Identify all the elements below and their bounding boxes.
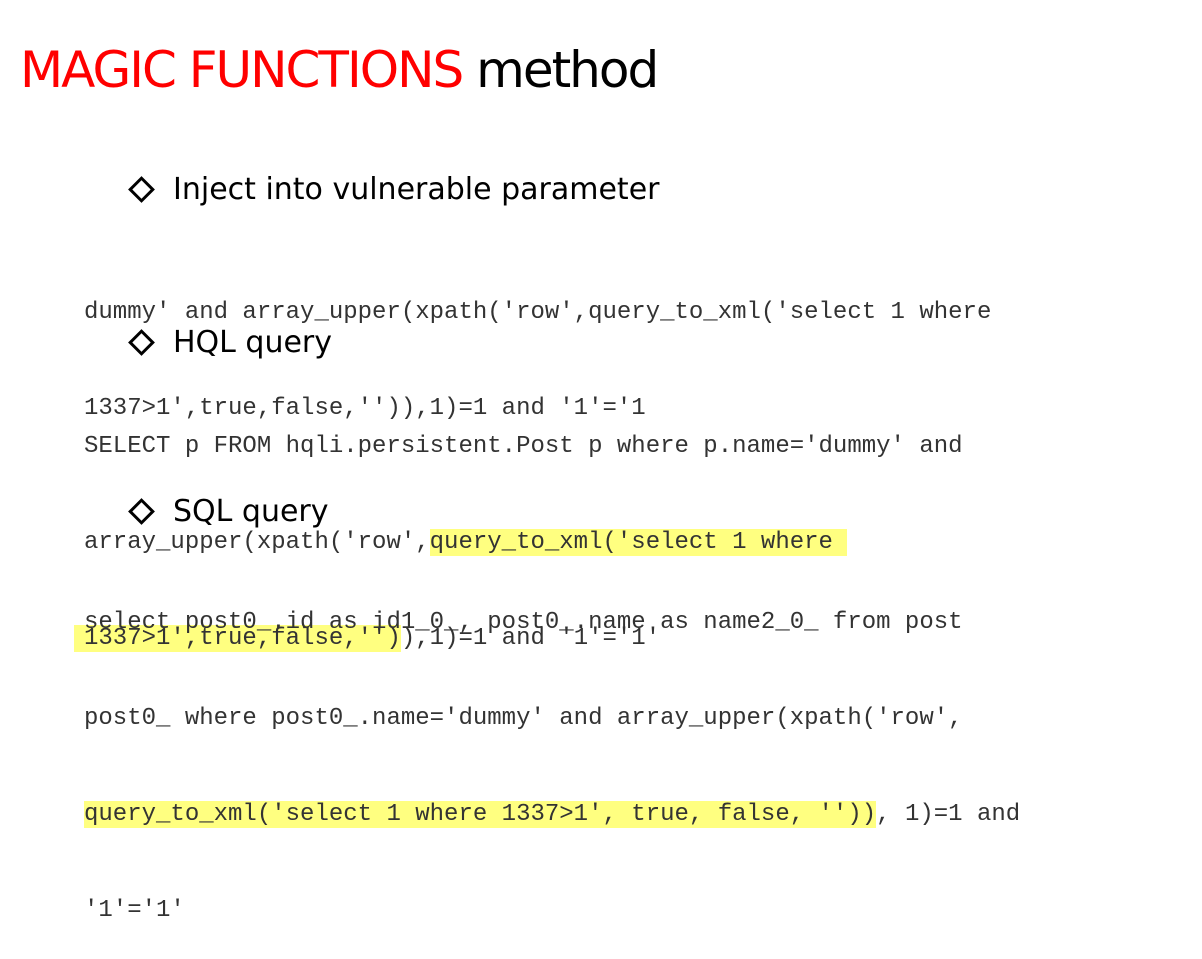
code-line: post0_ where post0_.name='dummy' and arr… [84,703,1184,735]
bullet-inject-label: Inject into vulnerable parameter [173,171,660,207]
highlighted-code: query_to_xml('select 1 where 1337>1', tr… [84,801,877,828]
code-text: , 1)=1 and [876,801,1021,828]
diamond-bullet-icon [128,497,155,525]
diamond-bullet-icon [128,175,155,203]
code-text: post0_ where post0_.name='dummy' and arr… [84,705,963,732]
bullet-inject: Inject into vulnerable parameter [128,169,660,209]
bullet-sql: SQL query [128,491,329,531]
code-line: query_to_xml('select 1 where 1337>1', tr… [84,799,1184,831]
diamond-bullet-icon [128,328,155,356]
code-line: SELECT p FROM hqli.persistent.Post p whe… [84,431,1184,463]
code-block-sql: select post0_.id as id1_0_, post0_.name … [84,543,1184,959]
code-line: select post0_.id as id1_0_, post0_.name … [84,607,1184,639]
bullet-hql: HQL query [128,322,332,362]
slide-title-rest: method [462,41,659,99]
code-text: SELECT p FROM hqli.persistent.Post p whe… [84,433,963,460]
code-text: select post0_.id as id1_0_, post0_.name … [84,609,963,636]
code-text: '1'='1' [84,897,185,924]
bullet-sql-label: SQL query [173,493,329,529]
bullet-hql-label: HQL query [173,324,333,360]
code-line: '1'='1' [84,895,1184,927]
slide-title: MAGIC FUNCTIONS method [20,30,659,110]
slide-title-highlight: MAGIC FUNCTIONS [20,41,464,99]
